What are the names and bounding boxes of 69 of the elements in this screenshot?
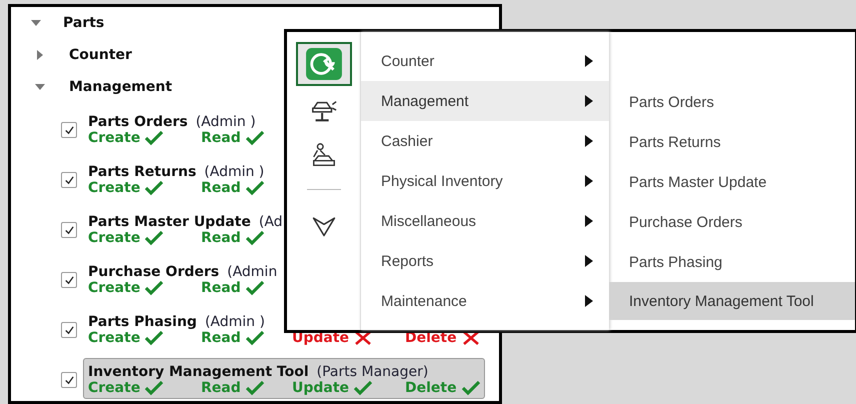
submenu-item[interactable]: Parts Returns xyxy=(609,122,855,162)
checkbox[interactable] xyxy=(61,172,77,188)
permission-label: Read xyxy=(201,380,241,396)
permission-label: Update xyxy=(292,380,350,396)
checkbox[interactable] xyxy=(61,322,77,338)
role-label: (Ad xyxy=(258,214,283,230)
tree-node[interactable]: Parts xyxy=(63,15,104,31)
checkmark-icon xyxy=(64,174,74,186)
permission-label: Read xyxy=(201,330,241,346)
checkmark-icon xyxy=(64,274,74,286)
role-label: (Admin ) xyxy=(204,314,265,330)
module-name: Purchase Orders xyxy=(88,264,220,280)
permission-label: Read xyxy=(201,230,241,246)
module-name: Parts Orders xyxy=(88,114,188,130)
menu-item[interactable]: Miscellaneous xyxy=(361,201,609,241)
menu-item[interactable]: Cashier xyxy=(361,121,609,161)
role-label: (Parts Manager) xyxy=(316,364,428,380)
permission-label: Create xyxy=(88,330,140,346)
submenu-arrow-icon xyxy=(585,95,593,107)
permission-label: Read xyxy=(201,130,241,146)
role-label: (Admin ) xyxy=(204,164,264,180)
checkbox[interactable] xyxy=(61,122,77,138)
menu-item[interactable]: Physical Inventory xyxy=(361,161,609,201)
tree-node[interactable]: Counter xyxy=(69,47,132,63)
submenu-arrow-icon xyxy=(585,135,593,147)
permission-label: Update xyxy=(292,330,350,346)
parts-app-button[interactable] xyxy=(296,42,352,86)
permission-label: Create xyxy=(88,280,140,296)
checkmark-icon xyxy=(64,124,74,136)
selected-permission-row[interactable]: Inventory Management Tool (Parts Manager) Create Read Update Delete xyxy=(83,358,485,398)
submenu-item[interactable]: Parts Master Update xyxy=(609,162,855,202)
checkbox[interactable] xyxy=(61,372,77,388)
caret-icon[interactable] xyxy=(35,50,45,60)
menu-item[interactable]: Reports xyxy=(361,241,609,281)
menu-item[interactable]: Management xyxy=(361,81,609,121)
submenu-item[interactable]: Inventory Management Tool xyxy=(609,282,855,320)
permission-label: Create xyxy=(88,380,140,396)
caret-icon[interactable] xyxy=(31,18,41,28)
submenu-item[interactable]: Parts Phasing xyxy=(609,242,855,282)
submenu-arrow-icon xyxy=(585,175,593,187)
caret-icon[interactable] xyxy=(35,82,45,92)
submenu-arrow-icon xyxy=(585,255,593,267)
permission-label: Create xyxy=(88,130,140,146)
menu-item[interactable]: Maintenance xyxy=(361,281,609,321)
checkmark-icon xyxy=(64,324,74,336)
module-name: Parts Returns xyxy=(88,164,196,180)
submenu-arrow-icon xyxy=(585,215,593,227)
module-name: Inventory Management Tool xyxy=(88,364,309,380)
tree-node[interactable]: Management xyxy=(69,79,172,95)
permission-label: Create xyxy=(88,180,140,196)
checkbox[interactable] xyxy=(61,222,77,238)
checkmark-icon xyxy=(64,224,74,236)
module-name: Parts Phasing xyxy=(88,314,197,330)
wrench-logo-icon xyxy=(304,47,342,81)
permission-label: Create xyxy=(88,230,140,246)
submenu-item[interactable]: Purchase Orders xyxy=(609,202,855,242)
permission-label: Read xyxy=(201,180,241,196)
role-label: (Admin ) xyxy=(196,114,256,130)
submenu-arrow-icon xyxy=(585,295,593,307)
permission-label: Read xyxy=(201,280,241,296)
permission-label: Delete xyxy=(405,380,457,396)
checkmark-icon xyxy=(64,374,74,386)
permission-label: Delete xyxy=(405,330,457,346)
submenu-item[interactable]: Parts Orders xyxy=(609,82,855,122)
module-name: Parts Master Update xyxy=(88,214,251,230)
role-label: (Admin xyxy=(227,264,278,280)
submenu-arrow-icon xyxy=(585,55,593,67)
menu-item[interactable]: Counter xyxy=(361,41,609,81)
checkbox[interactable] xyxy=(61,272,77,288)
